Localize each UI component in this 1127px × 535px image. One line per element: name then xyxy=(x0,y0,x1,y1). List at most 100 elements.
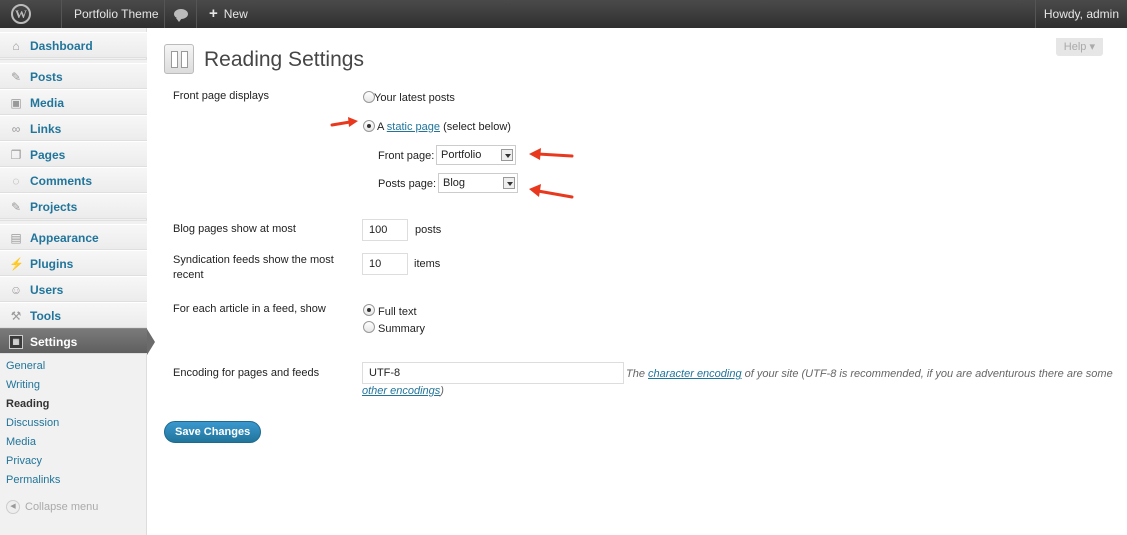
menu-pages[interactable]: ❐ Pages xyxy=(0,141,147,167)
desc-end: ) xyxy=(440,385,444,397)
collapse-arrow-icon: ◀ xyxy=(6,500,20,515)
submenu-permalinks[interactable]: Permalinks xyxy=(6,471,147,490)
settings-icon: ▦ xyxy=(9,335,23,349)
menu-label: Dashboard xyxy=(30,39,93,53)
encoding-description: The character encoding of your site (UTF… xyxy=(626,367,1113,381)
radio-static-page[interactable] xyxy=(363,120,375,132)
static-prefix: A xyxy=(377,121,384,133)
menu-label: Appearance xyxy=(30,231,99,245)
new-content-menu[interactable]: + New xyxy=(197,0,267,28)
menu-label: Comments xyxy=(30,174,93,188)
menu-dashboard[interactable]: ⌂ Dashboard xyxy=(0,32,147,58)
collapse-label: Collapse menu xyxy=(25,501,99,513)
settings-page-icon xyxy=(164,44,194,74)
menu-tools[interactable]: ⚒ Tools xyxy=(0,302,147,328)
annotation-arrow-icon xyxy=(529,148,574,160)
radio-summary[interactable] xyxy=(363,321,375,333)
save-changes-button[interactable]: Save Changes xyxy=(164,421,262,443)
plus-icon: + xyxy=(209,5,218,22)
radio-full-text[interactable] xyxy=(363,304,375,316)
blog-pages-suffix: posts xyxy=(415,224,442,236)
dashboard-icon: ⌂ xyxy=(12,39,20,53)
submenu-general[interactable]: General xyxy=(6,357,147,376)
chevron-down-icon xyxy=(503,177,515,189)
menu-comments[interactable]: ◌ Comments xyxy=(0,167,147,193)
menu-label: Pages xyxy=(30,148,66,162)
links-icon: ∞ xyxy=(11,122,21,136)
help-tab[interactable]: Help ▾ xyxy=(1055,38,1103,56)
submenu-discussion[interactable]: Discussion xyxy=(6,414,147,433)
character-encoding-link[interactable]: character encoding xyxy=(648,368,742,380)
blog-pages-input[interactable]: 100 xyxy=(362,219,408,241)
syndication-input[interactable]: 10 xyxy=(362,253,408,275)
posts-page-value: Blog xyxy=(443,177,466,189)
annotation-arrow-icon xyxy=(529,184,574,199)
menu-label: Posts xyxy=(30,70,63,84)
comments-link[interactable] xyxy=(165,0,197,28)
menu-media[interactable]: ▣ Media xyxy=(0,89,147,115)
menu-label: Plugins xyxy=(30,257,74,271)
front-page-label: Front page: xyxy=(378,150,435,162)
posts-page-select[interactable]: Blog xyxy=(438,173,518,193)
menu-projects[interactable]: ✎ Projects xyxy=(0,193,147,219)
pin-icon: ✎ xyxy=(10,200,22,214)
help-label: Help xyxy=(1063,41,1087,53)
appearance-icon: ▤ xyxy=(10,231,22,245)
syndication-suffix: items xyxy=(414,258,441,270)
collapse-menu-button[interactable]: ◀ Collapse menu xyxy=(6,499,98,515)
menu-label: Projects xyxy=(30,200,78,214)
menu-label: Media xyxy=(30,96,65,110)
wordpress-logo-icon: W xyxy=(11,4,31,24)
submenu-media[interactable]: Media xyxy=(6,433,147,452)
front-page-displays-label: Front page displays xyxy=(173,90,269,102)
pages-icon: ❐ xyxy=(10,148,22,162)
annotation-arrow-icon xyxy=(330,117,358,127)
desc-suffix: of your site (UTF-8 is recommended, if y… xyxy=(744,368,1113,380)
menu-settings[interactable]: ▦ Settings xyxy=(0,328,155,355)
menu-label: Users xyxy=(30,283,64,297)
latest-posts-label: Your latest posts xyxy=(374,92,455,104)
site-name-link[interactable]: Portfolio Theme xyxy=(62,0,165,28)
submenu-reading[interactable]: Reading xyxy=(6,395,147,414)
comments-icon: ◌ xyxy=(12,174,20,188)
new-label: New xyxy=(223,7,248,21)
menu-label: Tools xyxy=(30,309,62,323)
media-icon: ▣ xyxy=(10,96,22,110)
main-content: Help ▾ Reading Settings Front page displ… xyxy=(148,28,1127,535)
front-page-select[interactable]: Portfolio xyxy=(436,145,516,165)
menu-users[interactable]: ☺ Users xyxy=(0,276,147,302)
account-menu[interactable]: Howdy, admin xyxy=(1034,0,1127,28)
plugins-icon: ⚡ xyxy=(9,257,24,271)
tools-icon: ⚒ xyxy=(10,309,22,323)
posts-page-label: Posts page: xyxy=(378,178,437,190)
full-text-label: Full text xyxy=(378,306,417,318)
menu-posts[interactable]: ✎ Posts xyxy=(0,63,147,89)
users-icon: ☺ xyxy=(9,283,23,297)
comment-bubble-icon xyxy=(174,9,188,22)
blog-pages-label: Blog pages show at most xyxy=(173,223,296,235)
menu-plugins[interactable]: ⚡ Plugins xyxy=(0,250,147,276)
syndication-label: Syndication feeds show the most recent xyxy=(173,254,334,281)
static-page-option-label: A static page (select below) xyxy=(377,120,511,134)
desc-prefix: The xyxy=(626,368,645,380)
other-encodings-link[interactable]: other encodings xyxy=(362,385,440,397)
admin-sidebar: ⌂ Dashboard ✎ Posts ▣ Media ∞ Links ❐ Pages ◌… xyxy=(0,28,155,535)
front-page-value: Portfolio xyxy=(441,149,482,161)
submenu-writing[interactable]: Writing xyxy=(6,376,147,395)
static-suffix: (select below) xyxy=(443,121,511,133)
page-title: Reading Settings xyxy=(204,48,364,71)
menu-links[interactable]: ∞ Links xyxy=(0,115,147,141)
feed-article-label: For each article in a feed, show xyxy=(173,303,326,315)
submenu-privacy[interactable]: Privacy xyxy=(6,452,147,471)
encoding-description-cont: other encodings) xyxy=(362,384,444,398)
settings-submenu: General Writing Reading Discussion Media… xyxy=(0,357,147,490)
admin-bar: W Portfolio Theme + New Howdy, admin xyxy=(0,0,1127,28)
encoding-input[interactable]: UTF-8 xyxy=(362,362,624,384)
menu-appearance[interactable]: ▤ Appearance xyxy=(0,224,147,250)
wordpress-logo-menu[interactable]: W xyxy=(0,0,62,28)
chevron-down-icon xyxy=(501,149,513,161)
pin-icon: ✎ xyxy=(10,70,22,84)
menu-label: Settings xyxy=(30,335,78,349)
static-page-link[interactable]: static page xyxy=(387,121,440,133)
menu-label: Links xyxy=(30,122,62,136)
